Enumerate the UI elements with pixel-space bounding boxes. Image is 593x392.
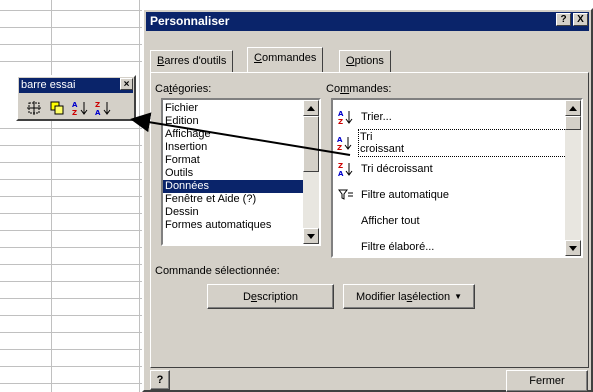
command-item[interactable]: Afficher tout: [333, 208, 563, 234]
commands-listbox[interactable]: AZ Trier... AZ Tri croissant ZA Tri décr…: [331, 98, 583, 258]
scroll-up-button[interactable]: [303, 100, 319, 116]
tab-commands[interactable]: Commandes: [247, 47, 324, 72]
command-label: Trier...: [361, 111, 392, 123]
svg-text:Z: Z: [72, 109, 77, 116]
tab-label: ptions: [354, 55, 384, 67]
title-close-button[interactable]: X: [573, 13, 588, 26]
command-label: Filtre automatique: [361, 189, 450, 201]
svg-text:Z: Z: [338, 118, 343, 125]
title-help-button[interactable]: ?: [556, 13, 571, 26]
command-label: Tri décroissant: [361, 163, 433, 175]
sort-ascending-icon[interactable]: AZ: [69, 97, 90, 118]
list-item[interactable]: Fenêtre et Aide (?): [163, 193, 303, 206]
list-item[interactable]: Insertion: [163, 141, 303, 154]
arrow-up-icon: [307, 105, 315, 111]
scroll-down-button[interactable]: [303, 228, 319, 244]
tab-options[interactable]: Options: [339, 50, 391, 72]
tab-label: ommandes: [261, 52, 317, 64]
blank-icon: [337, 212, 355, 230]
list-item[interactable]: Fichier: [163, 102, 303, 115]
toolbar-title[interactable]: barre essai: [19, 78, 133, 93]
svg-text:A: A: [337, 136, 343, 144]
close-button[interactable]: Fermer: [506, 370, 588, 392]
sort-ascending-icon: AZ: [337, 108, 355, 126]
categories-scrollbar[interactable]: [303, 100, 319, 244]
dropdown-arrow-icon: ▼: [454, 292, 463, 301]
commands-scrollbar[interactable]: [565, 100, 581, 256]
sort-descending-icon[interactable]: ZA: [92, 97, 113, 118]
description-button[interactable]: De scription: [207, 284, 334, 309]
tab-mnemonic: O: [346, 55, 355, 67]
command-item[interactable]: Filtre élaboré...: [333, 234, 563, 256]
blank-icon: [337, 238, 355, 256]
svg-text:Z: Z: [337, 144, 342, 151]
svg-text:A: A: [338, 170, 344, 177]
scroll-down-button[interactable]: [565, 240, 581, 256]
arrow-down-icon: [307, 233, 315, 239]
list-item[interactable]: Format: [163, 154, 303, 167]
scroll-thumb[interactable]: [303, 116, 319, 172]
command-label: Filtre élaboré...: [361, 241, 435, 253]
svg-text:Z: Z: [95, 101, 100, 109]
sort-ascending-icon: AZ: [337, 134, 353, 152]
svg-text:Z: Z: [338, 162, 343, 170]
select-objects-icon[interactable]: [23, 97, 44, 118]
categories-label: Catégories:: [155, 83, 212, 95]
list-item[interactable]: Edition: [163, 115, 303, 128]
tab-toolbars[interactable]: Barres d'outils: [150, 50, 234, 72]
dialog-title[interactable]: Personnaliser: [146, 12, 589, 31]
command-label: Tri croissant: [358, 129, 576, 157]
modify-selection-button[interactable]: Modifier la s élection ▼: [343, 284, 475, 309]
list-item-selected[interactable]: Données: [163, 180, 303, 193]
commands-label: Commandes:: [326, 83, 392, 95]
list-item[interactable]: Dessin: [163, 206, 303, 219]
tab-label: arres d'outils: [164, 55, 227, 67]
selected-command-label: Commande sélectionnée:: [155, 265, 280, 277]
command-label: Afficher tout: [361, 215, 420, 227]
help-button[interactable]: ?: [150, 370, 170, 390]
toolbar-close-button[interactable]: ×: [120, 78, 133, 90]
commands-panel: Catégories: Commandes: Fichier Edition A…: [150, 72, 589, 368]
categories-listbox[interactable]: Fichier Edition Affichage Insertion Form…: [161, 98, 321, 246]
command-item-selected[interactable]: AZ Tri croissant: [333, 129, 576, 157]
sort-descending-icon: ZA: [337, 160, 355, 178]
list-item[interactable]: Affichage: [163, 128, 303, 141]
autofilter-icon: [337, 186, 355, 204]
svg-text:A: A: [338, 110, 344, 118]
command-item[interactable]: Filtre automatique: [333, 182, 563, 208]
custom-toolbar[interactable]: barre essai × AZ ZA: [16, 75, 136, 121]
scroll-thumb[interactable]: [565, 116, 581, 130]
command-item[interactable]: AZ Trier...: [333, 104, 563, 130]
arrow-up-icon: [569, 105, 577, 111]
list-item[interactable]: Formes automatiques: [163, 219, 303, 232]
copy-objects-icon[interactable]: [46, 97, 67, 118]
scroll-up-button[interactable]: [565, 100, 581, 116]
tab-mnemonic: C: [254, 52, 262, 64]
arrow-down-icon: [569, 245, 577, 251]
svg-text:A: A: [72, 101, 78, 109]
svg-text:A: A: [95, 109, 101, 116]
customize-dialog: Personnaliser ? X Barres d'outils Comman…: [142, 8, 593, 392]
command-item[interactable]: ZA Tri décroissant: [333, 156, 563, 182]
list-item[interactable]: Outils: [163, 167, 303, 180]
